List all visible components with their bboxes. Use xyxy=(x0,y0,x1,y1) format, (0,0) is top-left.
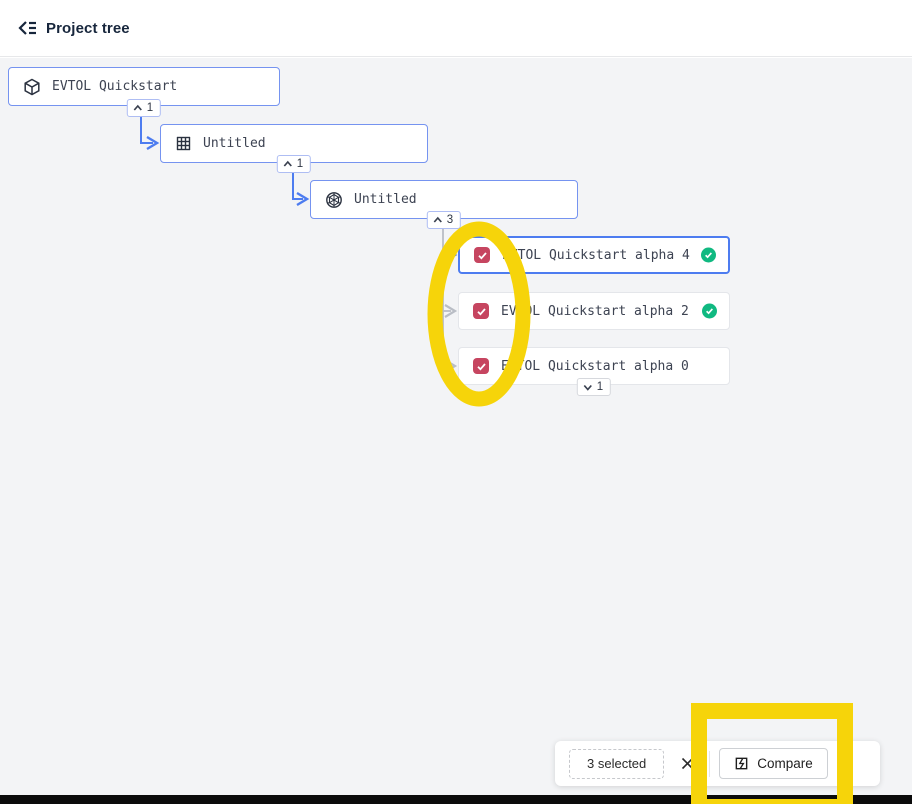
page-title: Project tree xyxy=(46,20,130,37)
clear-selection-button[interactable] xyxy=(672,749,702,779)
divider xyxy=(709,751,710,777)
checkbox-checked[interactable] xyxy=(473,358,489,374)
badge-count: 1 xyxy=(297,158,303,170)
badge-count: 1 xyxy=(597,381,603,393)
chevron-down-icon xyxy=(583,382,593,392)
node-label: Untitled xyxy=(354,192,417,207)
tree-node-alpha-2[interactable]: EVTOL Quickstart alpha 2 xyxy=(458,292,730,330)
check-icon xyxy=(477,250,488,261)
close-icon xyxy=(681,757,694,770)
node-label: EVTOL Quickstart xyxy=(52,79,177,94)
sphere-icon xyxy=(325,191,343,209)
chevron-up-icon xyxy=(133,103,143,113)
cube-icon xyxy=(23,78,41,96)
selected-count-label: 3 selected xyxy=(587,756,646,771)
expand-badge-children[interactable]: 1 xyxy=(577,378,611,396)
node-label: EVTOL Quickstart alpha 4 xyxy=(502,248,690,263)
success-status-icon xyxy=(701,248,716,263)
tree-node-alpha-4[interactable]: EVTOL Quickstart alpha 4 xyxy=(458,236,730,274)
chevron-up-icon xyxy=(283,159,293,169)
tree-connectors xyxy=(0,0,912,804)
success-status-icon xyxy=(702,304,717,319)
project-tree-icon xyxy=(17,18,37,38)
grid-icon xyxy=(175,135,192,152)
bottom-black-bar xyxy=(0,795,912,804)
checkbox-checked[interactable] xyxy=(474,247,490,263)
compare-button[interactable]: Compare xyxy=(719,748,828,779)
checkbox-checked[interactable] xyxy=(473,303,489,319)
compare-icon xyxy=(734,756,749,771)
collapse-badge-mesh[interactable]: 1 xyxy=(277,155,311,173)
selected-count-chip: 3 selected xyxy=(569,749,664,779)
check-icon xyxy=(476,306,487,317)
badge-count: 3 xyxy=(447,214,453,226)
compare-button-label: Compare xyxy=(757,756,813,771)
node-label: EVTOL Quickstart alpha 2 xyxy=(501,304,689,319)
node-label: EVTOL Quickstart alpha 0 xyxy=(501,359,689,374)
badge-count: 1 xyxy=(147,102,153,114)
check-icon xyxy=(705,307,714,316)
check-icon xyxy=(704,251,713,260)
page-header: Project tree xyxy=(0,0,912,57)
collapse-badge-geometry[interactable]: 3 xyxy=(427,211,461,229)
collapse-badge-root[interactable]: 1 xyxy=(127,99,161,117)
node-label: Untitled xyxy=(203,136,266,151)
check-icon xyxy=(476,361,487,372)
chevron-up-icon xyxy=(433,215,443,225)
selection-bar: 3 selected Compare xyxy=(555,741,880,786)
